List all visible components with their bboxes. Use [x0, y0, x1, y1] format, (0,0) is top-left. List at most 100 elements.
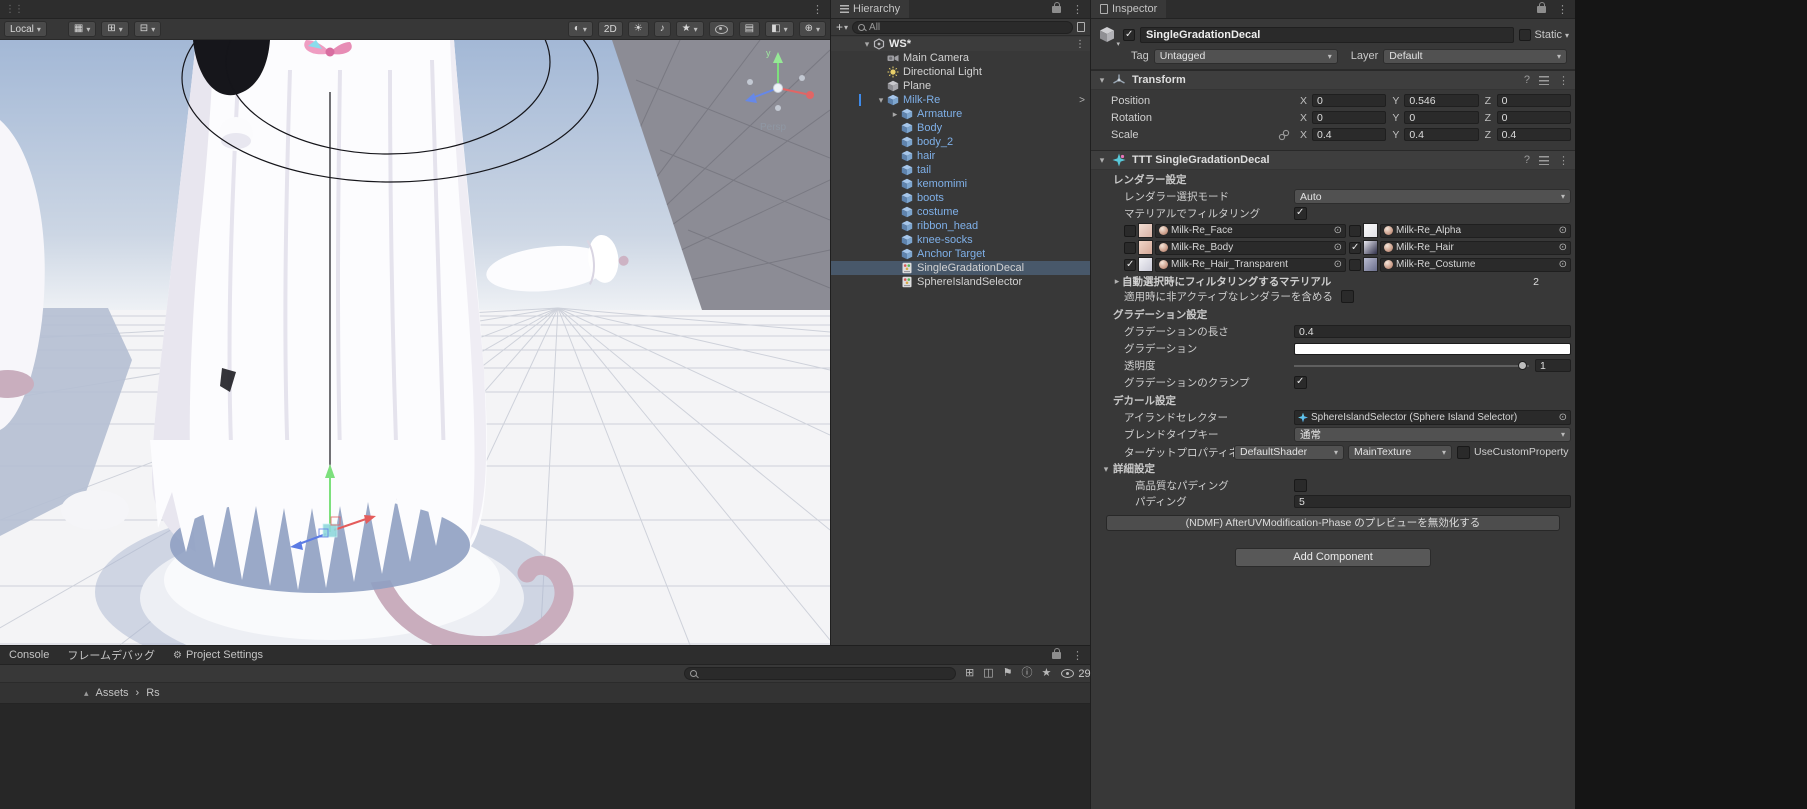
gradient-preview[interactable]: [1294, 343, 1571, 355]
add-component-button[interactable]: Add Component: [1235, 548, 1431, 567]
grid-toggle-button[interactable]: ▤: [739, 21, 760, 37]
bottom-panel-menu-icon[interactable]: ⋮: [1065, 646, 1090, 664]
material-filter-checkbox[interactable]: [1124, 242, 1136, 254]
transform-scale-x-field[interactable]: 0.4: [1312, 128, 1386, 141]
favorite-icon[interactable]: ★: [1042, 668, 1052, 679]
expander-arrow[interactable]: ▾: [861, 39, 873, 50]
material-filter-checkbox[interactable]: [1294, 207, 1307, 220]
increment-snap-dropdown[interactable]: ⊟ ▾: [134, 21, 161, 37]
hidden-objects-toggle[interactable]: [709, 21, 734, 37]
hierarchy-item-kemomimi[interactable]: kemomimi: [831, 177, 1090, 191]
hierarchy-item-body[interactable]: Body: [831, 121, 1090, 135]
foldout-arrow[interactable]: ▾: [1101, 461, 1111, 477]
material-filter-checkbox[interactable]: [1349, 259, 1361, 271]
scene-viewport[interactable]: y Persp: [0, 40, 830, 645]
component-menu-icon[interactable]: ⋮: [1558, 74, 1569, 87]
material-filter-checkbox[interactable]: [1124, 225, 1136, 237]
object-picker-icon[interactable]: ⊙: [1334, 225, 1342, 236]
gameobject-icon[interactable]: ▾: [1097, 25, 1118, 46]
transform-rotation-x-field[interactable]: 0: [1312, 111, 1386, 124]
hierarchy-item-anchor-target[interactable]: Anchor Target: [831, 247, 1090, 261]
snap-settings-dropdown[interactable]: ⊞ ▾: [101, 21, 128, 37]
component-menu-icon[interactable]: ⋮: [1558, 154, 1569, 167]
constrain-proportions-icon[interactable]: [1278, 129, 1294, 141]
gameobject-name-field[interactable]: SingleGradationDecal: [1140, 27, 1514, 43]
hierarchy-item-sphereislandselector[interactable]: SphereIslandSelector: [831, 275, 1090, 289]
foldout-arrow[interactable]: ▾: [1097, 75, 1107, 86]
material-object-field[interactable]: Milk-Re_Costume⊙: [1380, 258, 1571, 272]
pivot-orientation-dropdown[interactable]: Local ▾: [4, 21, 47, 37]
search-in-assets-icon[interactable]: ⊞: [965, 668, 974, 679]
object-picker-icon[interactable]: ⊙: [1559, 242, 1567, 253]
material-filter-checkbox[interactable]: [1349, 242, 1361, 254]
slider-knob[interactable]: [1518, 361, 1527, 370]
decal-component-header[interactable]: ▾ TTT SingleGradationDecal ? ⋮: [1091, 150, 1575, 170]
hierarchy-item-hair[interactable]: hair: [831, 149, 1090, 163]
project-search-input[interactable]: [684, 667, 956, 680]
clamp-checkbox[interactable]: [1294, 376, 1307, 389]
transform-scale-z-field[interactable]: 0.4: [1497, 128, 1571, 141]
hierarchy-options-icon[interactable]: [1077, 22, 1085, 32]
hierarchy-search-input[interactable]: All: [852, 21, 1073, 34]
transform-scale-y-field[interactable]: 0.4: [1404, 128, 1478, 141]
hierarchy-panel-menu-icon[interactable]: ⋮: [1065, 0, 1090, 18]
lock-icon[interactable]: [1052, 6, 1061, 13]
tab-inspector[interactable]: Inspector: [1091, 0, 1166, 18]
columns-layout-icon[interactable]: ◫: [983, 668, 993, 679]
prefab-open-chevron[interactable]: >: [1079, 95, 1085, 106]
hierarchy-scene-row[interactable]: ▾ WS* ⋮: [831, 37, 1090, 51]
hierarchy-item-milk-re[interactable]: ▾Milk-Re>: [831, 93, 1090, 107]
gradient-length-field[interactable]: 0.4: [1294, 325, 1571, 338]
hierarchy-item-plane[interactable]: Plane: [831, 79, 1090, 93]
bottom-tab-project-settings[interactable]: ⚙Project Settings: [164, 646, 272, 664]
blend-type-dropdown[interactable]: 通常 ▾: [1294, 427, 1571, 442]
hierarchy-item-knee-socks[interactable]: knee-socks: [831, 233, 1090, 247]
static-checkbox[interactable]: [1519, 29, 1531, 41]
renderer-mode-dropdown[interactable]: Auto ▾: [1294, 189, 1571, 204]
tag-dropdown[interactable]: Untagged ▾: [1154, 49, 1338, 64]
draw-mode-dropdown[interactable]: ◐ ▾: [568, 21, 593, 37]
project-content-area[interactable]: [0, 704, 1090, 809]
object-picker-icon[interactable]: ⊙: [1559, 259, 1567, 270]
ndmf-preview-disable-button[interactable]: (NDMF) AfterUVModification-Phase のプレビューを…: [1106, 515, 1560, 531]
scene-lighting-toggle[interactable]: ☀: [628, 21, 649, 37]
visibility-eye-icon[interactable]: [1061, 669, 1074, 678]
padding-field[interactable]: 5: [1294, 495, 1571, 508]
chevron-down-icon[interactable]: ▾: [1565, 31, 1569, 40]
presets-icon[interactable]: [1539, 156, 1549, 165]
object-picker-icon[interactable]: ⊙: [1334, 242, 1342, 253]
material-object-field[interactable]: Milk-Re_Alpha⊙: [1380, 224, 1571, 238]
foldout-arrow[interactable]: ▸: [1112, 276, 1122, 287]
toggle-2d-button[interactable]: 2D: [598, 21, 623, 37]
hq-padding-checkbox[interactable]: [1294, 479, 1307, 492]
material-object-field[interactable]: Milk-Re_Body⊙: [1155, 241, 1346, 255]
create-object-button[interactable]: +▾: [836, 20, 848, 34]
hierarchy-item-directional-light[interactable]: Directional Light: [831, 65, 1090, 79]
hierarchy-item-main-camera[interactable]: Main Camera: [831, 51, 1090, 65]
breadcrumb-root[interactable]: Assets: [96, 687, 129, 699]
scene-audio-toggle[interactable]: ♪: [654, 21, 671, 37]
hierarchy-item-armature[interactable]: ▸Armature: [831, 107, 1090, 121]
hierarchy-item-singlegradationdecal[interactable]: SingleGradationDecal: [831, 261, 1090, 275]
expander-arrow[interactable]: ▾: [875, 95, 887, 106]
projection-label[interactable]: Persp: [760, 122, 787, 133]
hierarchy-item-costume[interactable]: costume: [831, 205, 1090, 219]
scene-3d-render[interactable]: y Persp: [0, 40, 830, 645]
material-filter-checkbox[interactable]: [1349, 225, 1361, 237]
gizmos-dropdown[interactable]: ⊕ ▾: [799, 21, 826, 37]
material-object-field[interactable]: Milk-Re_Hair⊙: [1380, 241, 1571, 255]
tab-hierarchy[interactable]: Hierarchy: [831, 0, 909, 18]
effects-dropdown[interactable]: ★ ▾: [676, 21, 704, 37]
transform-position-z-field[interactable]: 0: [1497, 94, 1571, 107]
texture-dropdown[interactable]: MainTexture ▾: [1348, 445, 1452, 460]
use-custom-property-checkbox[interactable]: [1457, 446, 1470, 459]
include-inactive-checkbox[interactable]: [1341, 290, 1354, 303]
active-checkbox[interactable]: [1123, 29, 1135, 41]
presets-icon[interactable]: [1539, 76, 1549, 85]
transform-position-y-field[interactable]: 0.546: [1404, 94, 1478, 107]
transform-rotation-y-field[interactable]: 0: [1404, 111, 1478, 124]
layer-dropdown[interactable]: Default ▾: [1383, 49, 1567, 64]
bottom-tab-console[interactable]: Console: [0, 646, 58, 664]
material-filter-checkbox[interactable]: [1124, 259, 1136, 271]
island-selector-field[interactable]: SphereIslandSelector (Sphere Island Sele…: [1294, 410, 1571, 425]
